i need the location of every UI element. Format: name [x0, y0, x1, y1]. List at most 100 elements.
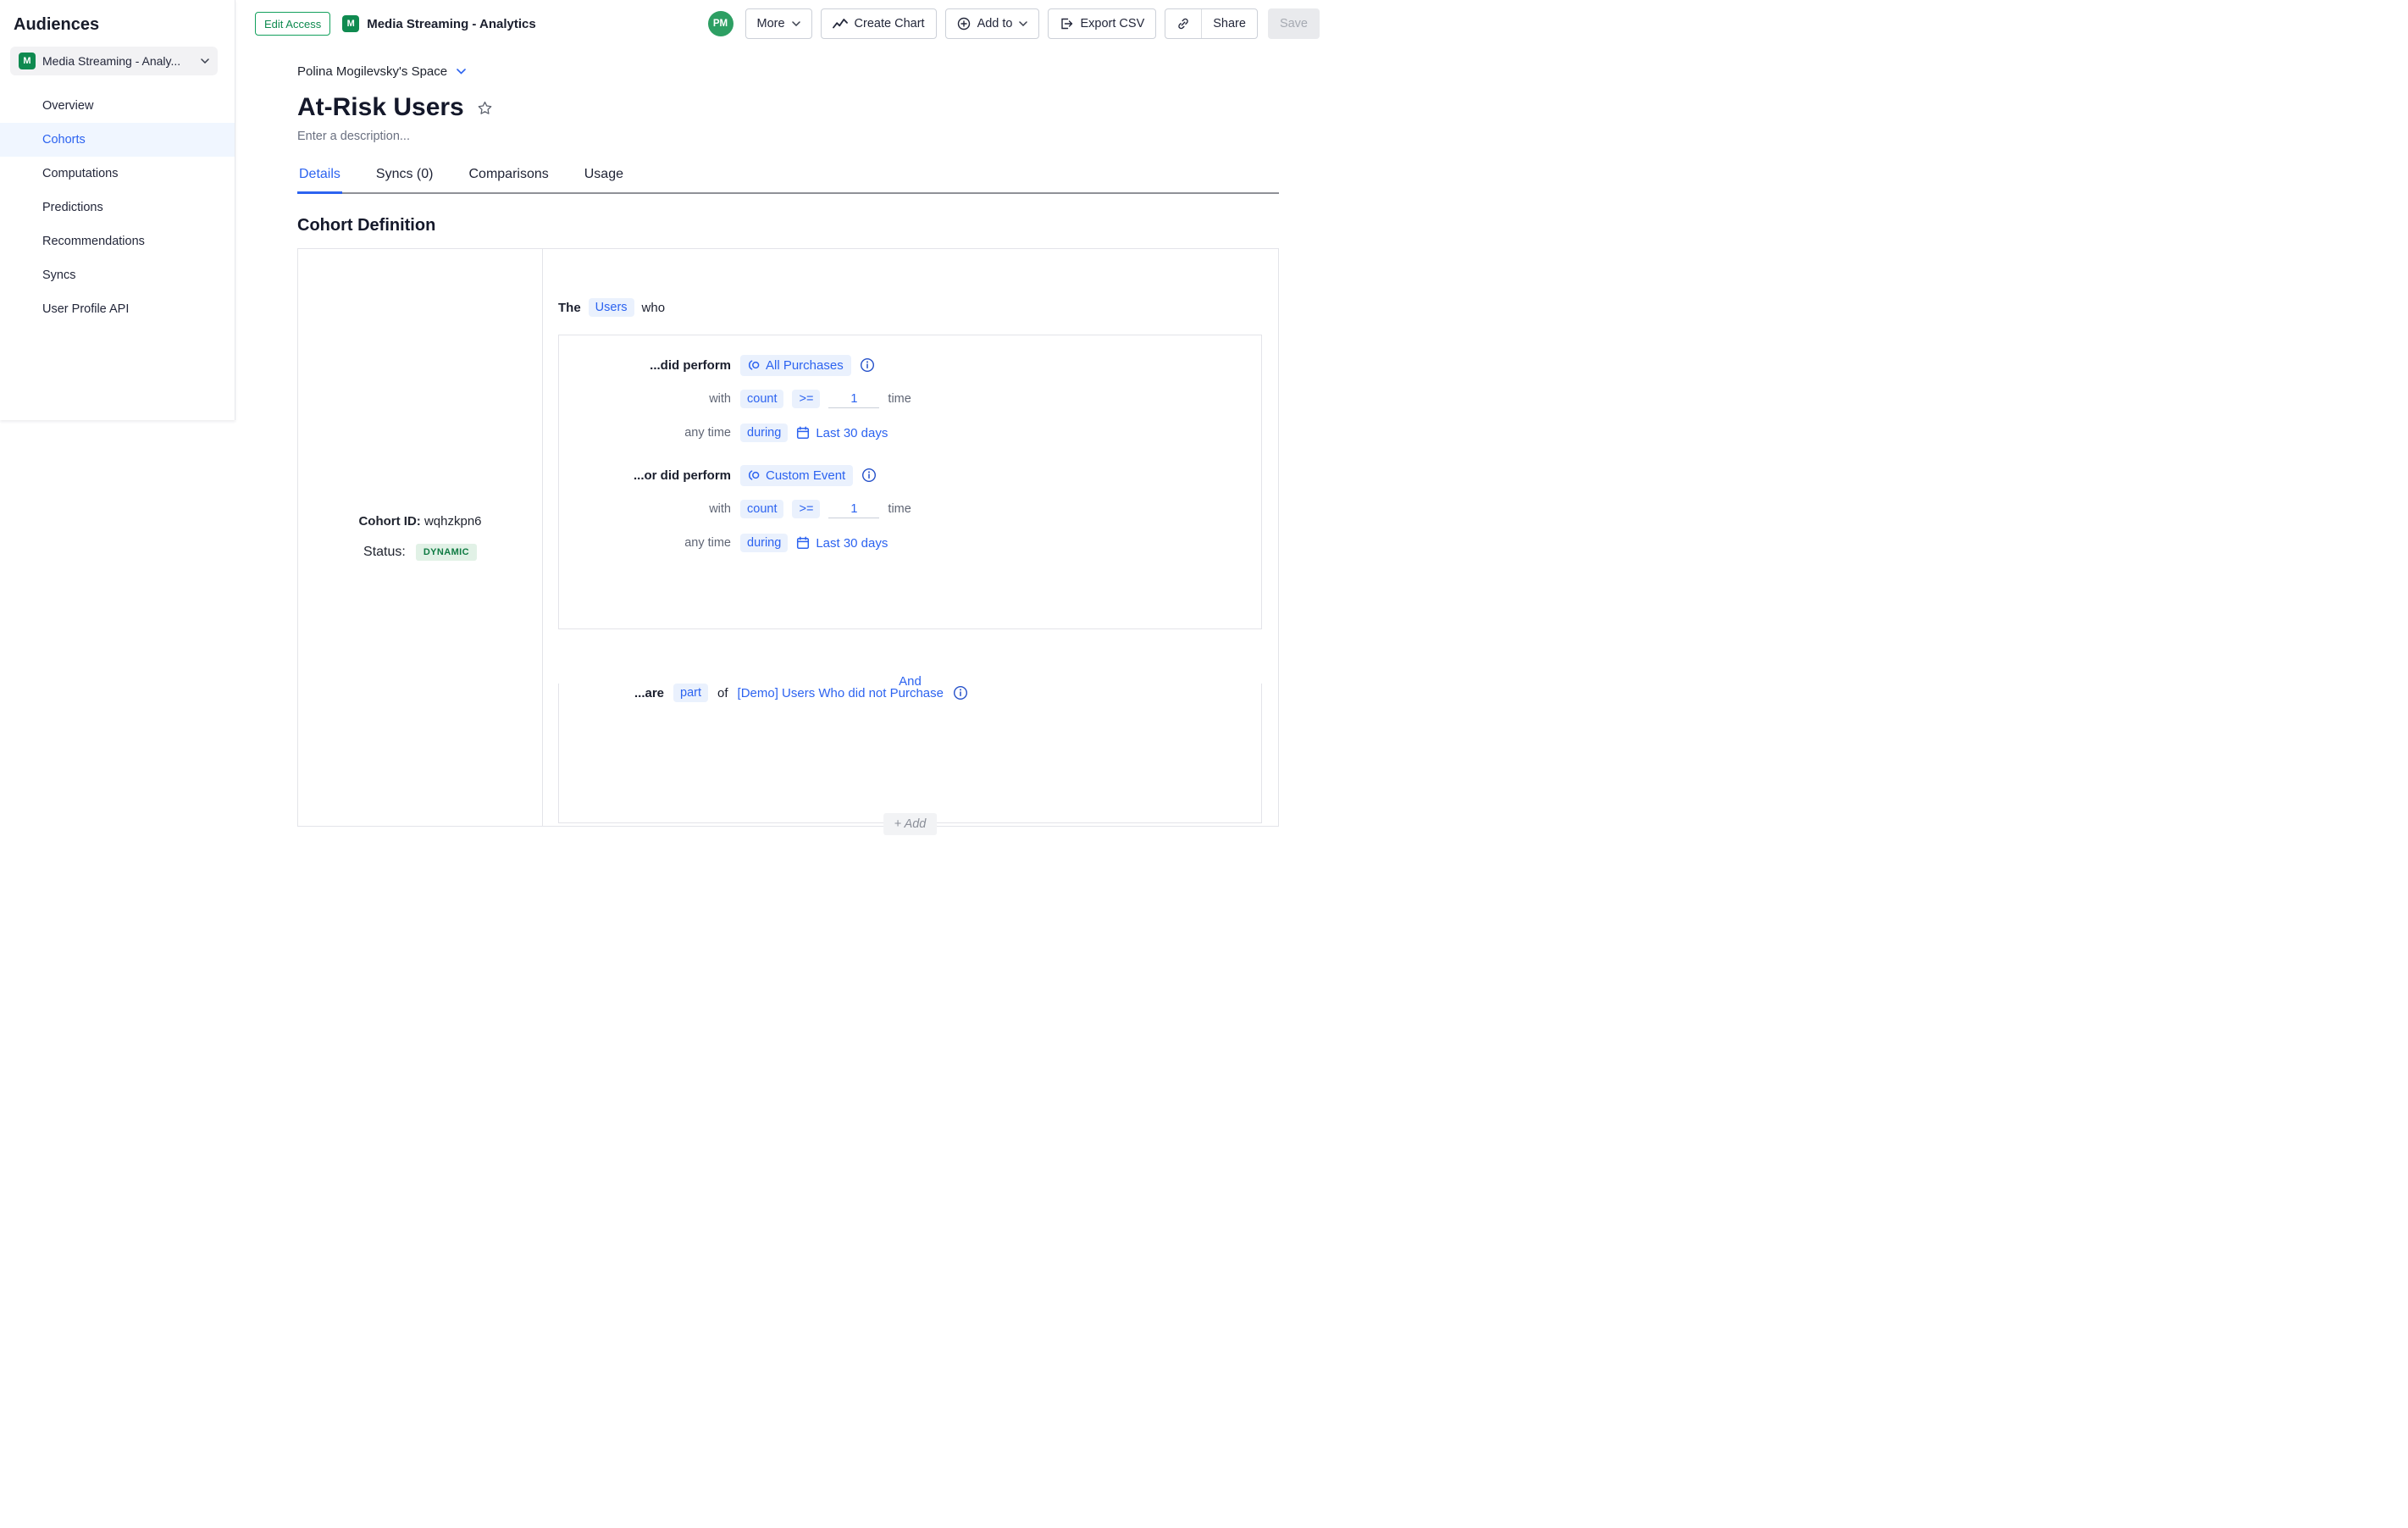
sidebar-item-user-profile-api[interactable]: User Profile API: [0, 292, 235, 326]
page-title: At-Risk Users: [297, 93, 464, 122]
cohort-id-row: Cohort ID: wqhzkpn6: [358, 514, 481, 529]
with-label: with: [559, 502, 731, 516]
part-dropdown[interactable]: part: [673, 684, 708, 702]
chevron-down-icon: [1019, 21, 1027, 26]
sidebar-item-predictions[interactable]: Predictions: [0, 191, 235, 224]
tab-details[interactable]: Details: [297, 160, 342, 192]
count-dropdown[interactable]: count: [740, 500, 783, 518]
cohort-meta-panel: Cohort ID: wqhzkpn6 Status: DYNAMIC: [298, 249, 543, 826]
main-area: Edit Access M Media Streaming - Analytic…: [236, 0, 1328, 840]
event-icon: [748, 359, 761, 371]
clause-row: any time during Last 30 days: [559, 531, 1261, 555]
info-icon[interactable]: [953, 685, 968, 700]
are-label: ...are: [634, 686, 664, 700]
calendar-icon: [796, 426, 810, 440]
more-button[interactable]: More: [745, 8, 812, 39]
with-label: with: [559, 392, 731, 406]
project-name: Media Streaming - Analy...: [42, 54, 194, 68]
date-range-picker[interactable]: Last 30 days: [796, 536, 888, 551]
export-icon: [1060, 17, 1073, 30]
project-selector[interactable]: M Media Streaming - Analy...: [10, 47, 218, 75]
time-label: time: [888, 502, 911, 516]
clause-row: with count >= time: [559, 387, 1261, 411]
more-label: More: [757, 17, 785, 30]
page-title-row: At-Risk Users: [297, 91, 1279, 125]
tab-usage[interactable]: Usage: [583, 160, 625, 192]
time-label: time: [888, 392, 911, 406]
edit-access-button[interactable]: Edit Access: [255, 12, 330, 36]
and-connector[interactable]: And: [887, 674, 933, 689]
share-group: Share: [1165, 8, 1258, 39]
sidebar-title: Audiences: [14, 15, 221, 35]
during-dropdown[interactable]: during: [740, 424, 788, 442]
any-time-label: any time: [559, 426, 731, 440]
sidebar-item-cohorts[interactable]: Cohorts: [0, 123, 235, 157]
subject-dropdown[interactable]: Users: [589, 298, 634, 317]
clause-row: with count >= time: [559, 497, 1261, 521]
membership-clause-box: And ...are part of [Demo] Users Who did …: [558, 684, 1262, 823]
space-name: Polina Mogilevsky's Space: [297, 64, 447, 79]
sidebar-item-recommendations[interactable]: Recommendations: [0, 224, 235, 258]
any-time-label: any time: [559, 536, 731, 550]
add-to-button[interactable]: Add to: [945, 8, 1040, 39]
operator-dropdown[interactable]: >=: [792, 500, 820, 518]
who-label: who: [642, 301, 666, 315]
top-toolbar: Edit Access M Media Streaming - Analytic…: [236, 0, 1328, 47]
cohort-id-label: Cohort ID:: [358, 514, 420, 529]
event-dropdown[interactable]: All Purchases: [740, 355, 851, 376]
sidebar-item-syncs[interactable]: Syncs: [0, 258, 235, 292]
share-button[interactable]: Share: [1202, 9, 1257, 38]
section-heading: Cohort Definition: [297, 216, 1279, 235]
line-chart-icon: [833, 18, 848, 30]
description-placeholder[interactable]: Enter a description...: [297, 130, 1279, 147]
create-chart-button[interactable]: Create Chart: [821, 8, 937, 39]
event-icon: [748, 469, 761, 481]
tab-bar: Details Syncs (0) Comparisons Usage: [297, 160, 1279, 194]
plus-circle-icon: [957, 17, 971, 30]
sidebar-item-overview[interactable]: Overview: [0, 89, 235, 123]
during-dropdown[interactable]: during: [740, 534, 788, 552]
sidebar-item-computations[interactable]: Computations: [0, 157, 235, 191]
event-name: All Purchases: [766, 358, 844, 373]
chevron-down-icon: [201, 58, 209, 64]
calendar-icon: [796, 536, 810, 550]
copy-link-button[interactable]: [1165, 9, 1202, 38]
project-initial-icon: M: [19, 53, 36, 69]
star-icon[interactable]: [477, 100, 493, 116]
the-label: The: [558, 301, 581, 315]
tab-comparisons[interactable]: Comparisons: [467, 160, 550, 192]
cohort-definition-card: Cohort ID: wqhzkpn6 Status: DYNAMIC The …: [297, 248, 1279, 827]
clause-row: any time during Last 30 days: [559, 421, 1261, 445]
info-icon[interactable]: [861, 468, 877, 483]
event-dropdown[interactable]: Custom Event: [740, 465, 853, 486]
chevron-down-icon: [457, 69, 466, 75]
clause-row: ...are part of [Demo] Users Who did not …: [634, 684, 1261, 702]
count-value-input[interactable]: [828, 390, 879, 408]
operator-dropdown[interactable]: >=: [792, 390, 820, 408]
performed-clause-box: ...did perform All Purchases: [558, 335, 1262, 629]
count-dropdown[interactable]: count: [740, 390, 783, 408]
save-button[interactable]: Save: [1268, 8, 1320, 39]
cohort-id-value: wqhzkpn6: [424, 514, 482, 529]
avatar[interactable]: PM: [708, 11, 733, 36]
date-range-label: Last 30 days: [816, 536, 888, 551]
chevron-down-icon: [792, 21, 800, 26]
export-csv-label: Export CSV: [1080, 17, 1144, 30]
create-chart-label: Create Chart: [855, 17, 925, 30]
add-to-label: Add to: [977, 17, 1013, 30]
count-value-input[interactable]: [828, 501, 879, 518]
add-clause-button[interactable]: + Add: [883, 813, 938, 835]
sidebar-nav: Overview Cohorts Computations Prediction…: [0, 89, 235, 326]
clause-row: ...or did perform Custom Event: [559, 463, 1261, 487]
project-initial-icon: M: [342, 15, 359, 32]
event-name: Custom Event: [766, 468, 845, 483]
status-row: Status: DYNAMIC: [363, 544, 477, 561]
export-csv-button[interactable]: Export CSV: [1048, 8, 1156, 39]
space-selector[interactable]: Polina Mogilevsky's Space: [297, 64, 466, 79]
status-label: Status:: [363, 545, 406, 560]
info-icon[interactable]: [860, 357, 875, 373]
date-range-picker[interactable]: Last 30 days: [796, 426, 888, 440]
clause-row: ...did perform All Purchases: [559, 353, 1261, 377]
tab-syncs[interactable]: Syncs (0): [374, 160, 435, 192]
of-label: of: [717, 686, 728, 700]
